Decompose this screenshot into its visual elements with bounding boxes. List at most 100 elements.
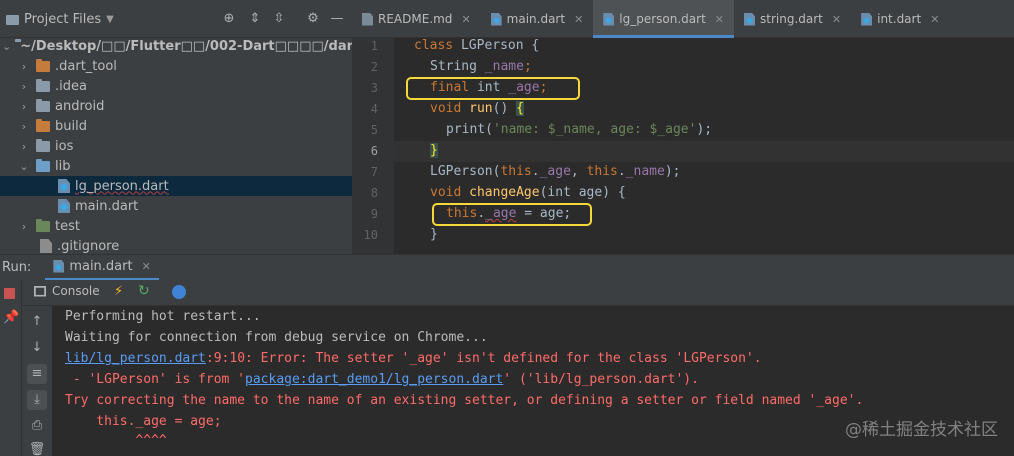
code-text: print( bbox=[446, 122, 493, 137]
chevron-right-icon: › bbox=[21, 219, 27, 233]
tree-item-ios[interactable]: › ios bbox=[0, 136, 352, 156]
tree-item-build[interactable]: › build bbox=[0, 116, 352, 136]
collapse-all-icon[interactable]: ⇳ bbox=[272, 12, 286, 26]
package-link[interactable]: package:dart_demo1/lg_person.dart bbox=[245, 372, 503, 387]
console-line: Waiting for connection from debug servic… bbox=[65, 330, 488, 345]
trash-icon[interactable]: 🗑 bbox=[27, 440, 47, 456]
stop-icon[interactable] bbox=[4, 288, 15, 299]
locate-icon[interactable]: ⊕ bbox=[222, 12, 236, 26]
function-name: run bbox=[461, 101, 493, 116]
tree-item-idea[interactable]: › .idea bbox=[0, 76, 352, 96]
code-text: , bbox=[570, 164, 587, 179]
hot-restart-icon[interactable]: ↻ bbox=[138, 283, 150, 299]
console-error-line: this._age = age; bbox=[65, 414, 222, 429]
folder-icon bbox=[36, 138, 50, 152]
chevron-right-icon: › bbox=[21, 79, 27, 93]
markdown-file-icon bbox=[362, 12, 373, 26]
chevron-down-icon: ⌄ bbox=[2, 39, 12, 53]
folder-icon bbox=[36, 58, 50, 72]
tree-root[interactable]: ⌄ ~/Desktop/□□/Flutter□□/002-Dart□□□□/da… bbox=[0, 36, 352, 56]
code-text: ; bbox=[523, 59, 532, 74]
tree-item-gitignore[interactable]: .gitignore bbox=[0, 236, 352, 254]
code-text: LGPerson( bbox=[430, 164, 501, 179]
line-number: 3 bbox=[370, 81, 378, 95]
tab-int-dart[interactable]: int.dart ✕ bbox=[851, 0, 949, 38]
dart-file-icon bbox=[58, 179, 70, 193]
current-line-highlight bbox=[394, 141, 1014, 162]
close-icon[interactable]: ✕ bbox=[832, 13, 841, 26]
print-icon[interactable]: ⎙ bbox=[27, 416, 47, 436]
console-tab[interactable]: Console bbox=[34, 284, 100, 298]
code-text: } bbox=[430, 227, 438, 242]
dart-file-icon bbox=[861, 12, 873, 26]
code-line-8: void changeAge(int age) { bbox=[430, 185, 626, 200]
console-side-toolbar: ↑ ↓ ≡ ⤓ ⎙ 🗑 bbox=[22, 306, 52, 456]
tree-item-label: lg_person.dart bbox=[75, 178, 169, 194]
tree-item-android[interactable]: › android bbox=[0, 96, 352, 116]
pin-icon[interactable]: 📌 bbox=[3, 310, 19, 325]
dart-file-icon bbox=[744, 12, 756, 26]
tab-main-dart[interactable]: main.dart ✕ bbox=[481, 0, 594, 38]
file-link[interactable]: lib/lg_person.dart bbox=[65, 351, 206, 366]
tab-readme[interactable]: README.md ✕ bbox=[352, 0, 481, 38]
tab-label: README.md bbox=[378, 12, 453, 26]
tab-string-dart[interactable]: string.dart ✕ bbox=[734, 0, 851, 38]
arrow-down-icon[interactable]: ↓ bbox=[27, 338, 47, 358]
tree-item-lib[interactable]: ⌄ lib bbox=[0, 156, 352, 176]
code-line-5: print('name: $_name, age: $_age'); bbox=[446, 122, 712, 137]
line-number: 7 bbox=[370, 165, 378, 179]
expand-all-icon[interactable]: ⇕ bbox=[248, 12, 262, 26]
close-icon[interactable]: ✕ bbox=[574, 13, 583, 26]
tree-item-test[interactable]: › test bbox=[0, 216, 352, 236]
chevron-down-icon: ▼ bbox=[106, 14, 114, 25]
close-icon[interactable]: ✕ bbox=[142, 260, 151, 273]
function-name: changeAge bbox=[461, 185, 540, 200]
tree-item-label: main.dart bbox=[75, 198, 139, 214]
field: _name bbox=[484, 59, 524, 74]
soft-wrap-icon[interactable]: ≡ bbox=[27, 364, 47, 384]
console-label: Console bbox=[52, 284, 100, 298]
tree-item-label: test bbox=[55, 218, 80, 234]
editor-tabs: README.md ✕ main.dart ✕ lg_person.dart ✕… bbox=[352, 0, 1014, 38]
string-literal: 'name: $_name, age: $_age' bbox=[492, 122, 697, 137]
arrow-up-icon[interactable]: ↑ bbox=[27, 312, 47, 332]
console-icon bbox=[34, 285, 46, 297]
line-number: 1 bbox=[370, 39, 378, 53]
code-text: ); bbox=[664, 164, 681, 179]
tab-lg-person-dart[interactable]: lg_person.dart ✕ bbox=[593, 0, 735, 38]
folder-icon bbox=[36, 158, 50, 172]
tree-item-main[interactable]: main.dart bbox=[0, 196, 352, 216]
minimize-icon[interactable]: — bbox=[330, 12, 344, 26]
close-icon[interactable]: ✕ bbox=[930, 13, 939, 26]
code-editor[interactable]: 1 2 3 4 5 6 7 8 9 10 class LGPerson { St… bbox=[352, 38, 1014, 254]
gutter: 1 2 3 4 5 6 7 8 9 10 bbox=[352, 38, 394, 254]
chevron-right-icon: › bbox=[21, 119, 27, 133]
console-error-line: - 'LGPerson' is from 'package:dart_demo1… bbox=[65, 372, 699, 387]
line-number: 10 bbox=[363, 228, 378, 242]
code-text: () bbox=[492, 101, 517, 116]
gear-icon[interactable]: ⚙ bbox=[306, 12, 320, 26]
project-view-selector[interactable]: Project Files ▼ bbox=[6, 12, 114, 27]
hot-reload-icon[interactable]: ⚡ bbox=[114, 284, 123, 299]
console-error-line: Try correcting the name to the name of a… bbox=[65, 393, 864, 408]
keyword: void bbox=[430, 101, 462, 116]
tree-item-label: lib bbox=[55, 158, 71, 174]
code-text: . bbox=[531, 164, 540, 179]
dart-file-icon bbox=[53, 259, 65, 273]
tree-item-label: .dart_tool bbox=[55, 58, 117, 74]
tree-item-label: .gitignore bbox=[57, 238, 120, 254]
close-icon[interactable]: ✕ bbox=[461, 13, 470, 26]
run-config-tab[interactable]: main.dart ✕ bbox=[45, 255, 159, 281]
project-header: Project Files ▼ ⊕ ⇕ ⇳ ⚙ — bbox=[0, 0, 352, 38]
code-text: . bbox=[617, 164, 626, 179]
chevron-right-icon: › bbox=[21, 59, 27, 73]
code-line-2: String _name; bbox=[430, 59, 532, 74]
devtools-icon[interactable] bbox=[172, 285, 186, 299]
chevron-down-icon: ⌄ bbox=[19, 159, 29, 173]
close-icon[interactable]: ✕ bbox=[715, 13, 724, 26]
tree-item-lg-person[interactable]: lg_person.dart bbox=[0, 176, 352, 196]
tree-item-dart-tool[interactable]: › .dart_tool bbox=[0, 56, 352, 76]
tree-root-label: ~/Desktop/□□/Flutter□□/002-Dart□□□□/dart… bbox=[20, 38, 352, 54]
scroll-to-end-icon[interactable]: ⤓ bbox=[27, 390, 47, 410]
console-error-line: ^^^^ bbox=[65, 433, 167, 448]
